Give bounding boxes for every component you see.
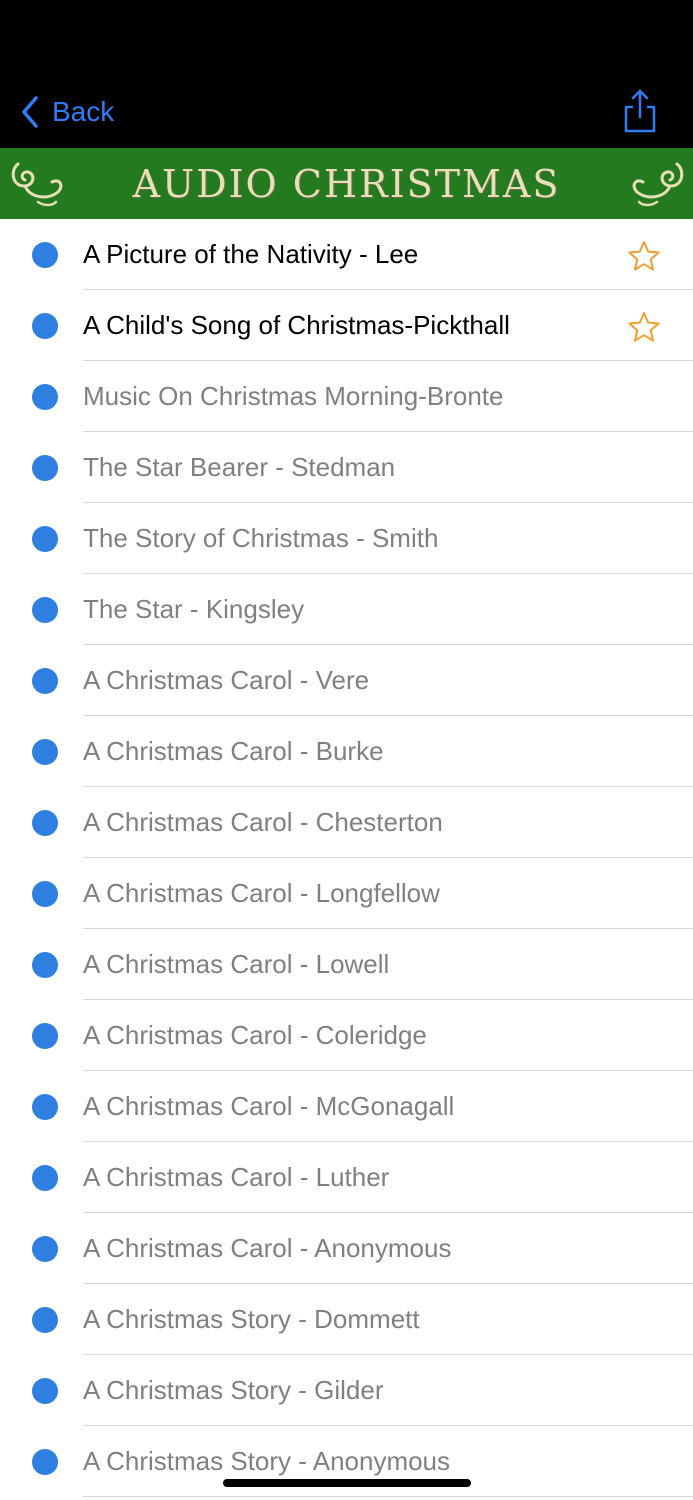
list-item-title: A Christmas Carol - McGonagall (83, 1091, 455, 1121)
list-item[interactable]: A Christmas Story - Gilder (0, 1355, 693, 1426)
back-button[interactable]: Back (20, 92, 114, 132)
bullet-dot-icon (32, 881, 58, 907)
list-item[interactable]: A Christmas Carol - Luther (0, 1142, 693, 1213)
bullet-dot-icon (32, 455, 58, 481)
list-item[interactable]: A Christmas Carol - Burke (0, 716, 693, 787)
banner-title: AUDIO CHRISTMAS (132, 161, 561, 206)
list-item[interactable]: A Christmas Carol - Anonymous (0, 1213, 693, 1284)
bullet-dot-icon (32, 1165, 58, 1191)
list-item-title: A Christmas Story - Gilder (83, 1375, 384, 1405)
list-item-title: A Christmas Carol - Vere (83, 665, 370, 695)
list-item-title: A Christmas Carol - Coleridge (83, 1020, 427, 1050)
title-banner: AUDIO CHRISTMAS (0, 148, 693, 219)
right-flourish-icon (632, 162, 684, 207)
bullet-dot-icon (32, 810, 58, 836)
list-item[interactable]: A Child's Song of Christmas-Pickthall (0, 290, 693, 361)
bullet-dot-icon (32, 313, 58, 339)
bullet-dot-icon (32, 739, 58, 765)
bullet-dot-icon (32, 668, 58, 694)
list-item-title: A Child's Song of Christmas-Pickthall (83, 310, 510, 340)
list-item-title: A Picture of the Nativity - Lee (83, 239, 419, 269)
list-item-title: A Christmas Carol - Luther (83, 1162, 390, 1192)
share-button[interactable] (623, 88, 657, 134)
poem-list: A Picture of the Nativity - Lee A Child's… (0, 219, 693, 1497)
home-indicator[interactable] (223, 1479, 471, 1487)
back-label: Back (52, 96, 115, 127)
star-icon[interactable] (627, 311, 661, 343)
list-item[interactable]: A Picture of the Nativity - Lee (0, 219, 693, 290)
bullet-dot-icon (32, 1307, 58, 1333)
bullet-dot-icon (32, 952, 58, 978)
list-item[interactable]: A Christmas Story - Dommett (0, 1284, 693, 1355)
bullet-dot-icon (32, 1449, 58, 1475)
bullet-dot-icon (32, 597, 58, 623)
list-item-title: A Christmas Carol - Anonymous (83, 1233, 452, 1263)
list-item[interactable]: The Star - Kingsley (0, 574, 693, 645)
list-item-title: A Christmas Story - Dommett (83, 1304, 420, 1334)
star-icon[interactable] (627, 240, 661, 272)
list-item-title: A Christmas Carol - Longfellow (83, 878, 440, 908)
list-item-title: A Christmas Carol - Chesterton (83, 807, 443, 837)
list-item[interactable]: A Christmas Carol - Vere (0, 645, 693, 716)
list-item-title: Music On Christmas Morning-Bronte (83, 381, 504, 411)
list-item[interactable]: The Story of Christmas - Smith (0, 503, 693, 574)
list-item-title: The Star Bearer - Stedman (83, 452, 396, 482)
left-flourish-icon (11, 162, 63, 207)
bullet-dot-icon (32, 1236, 58, 1262)
share-icon (624, 89, 656, 133)
list-item-title: The Star - Kingsley (83, 594, 305, 624)
list-item[interactable]: A Christmas Carol - McGonagall (0, 1071, 693, 1142)
list-item[interactable]: A Christmas Carol - Longfellow (0, 858, 693, 929)
list-item-title: A Christmas Carol - Lowell (83, 949, 390, 979)
bullet-dot-icon (32, 1023, 58, 1049)
list-item[interactable]: A Christmas Carol - Chesterton (0, 787, 693, 858)
list-item-title: The Story of Christmas - Smith (83, 523, 439, 553)
bullet-dot-icon (32, 1378, 58, 1404)
bullet-dot-icon (32, 526, 58, 552)
chevron-left-icon (22, 96, 38, 128)
bullet-dot-icon (32, 242, 58, 268)
list-item[interactable]: A Christmas Carol - Coleridge (0, 1000, 693, 1071)
bullet-dot-icon (32, 384, 58, 410)
list-item[interactable]: Music On Christmas Morning-Bronte (0, 361, 693, 432)
list-item[interactable]: A Christmas Carol - Lowell (0, 929, 693, 1000)
list-item[interactable]: The Star Bearer - Stedman (0, 432, 693, 503)
bullet-dot-icon (32, 1094, 58, 1120)
navigation-bar: Back (0, 0, 693, 148)
list-item-title: A Christmas Carol - Burke (83, 736, 384, 766)
row-divider (83, 1496, 693, 1497)
